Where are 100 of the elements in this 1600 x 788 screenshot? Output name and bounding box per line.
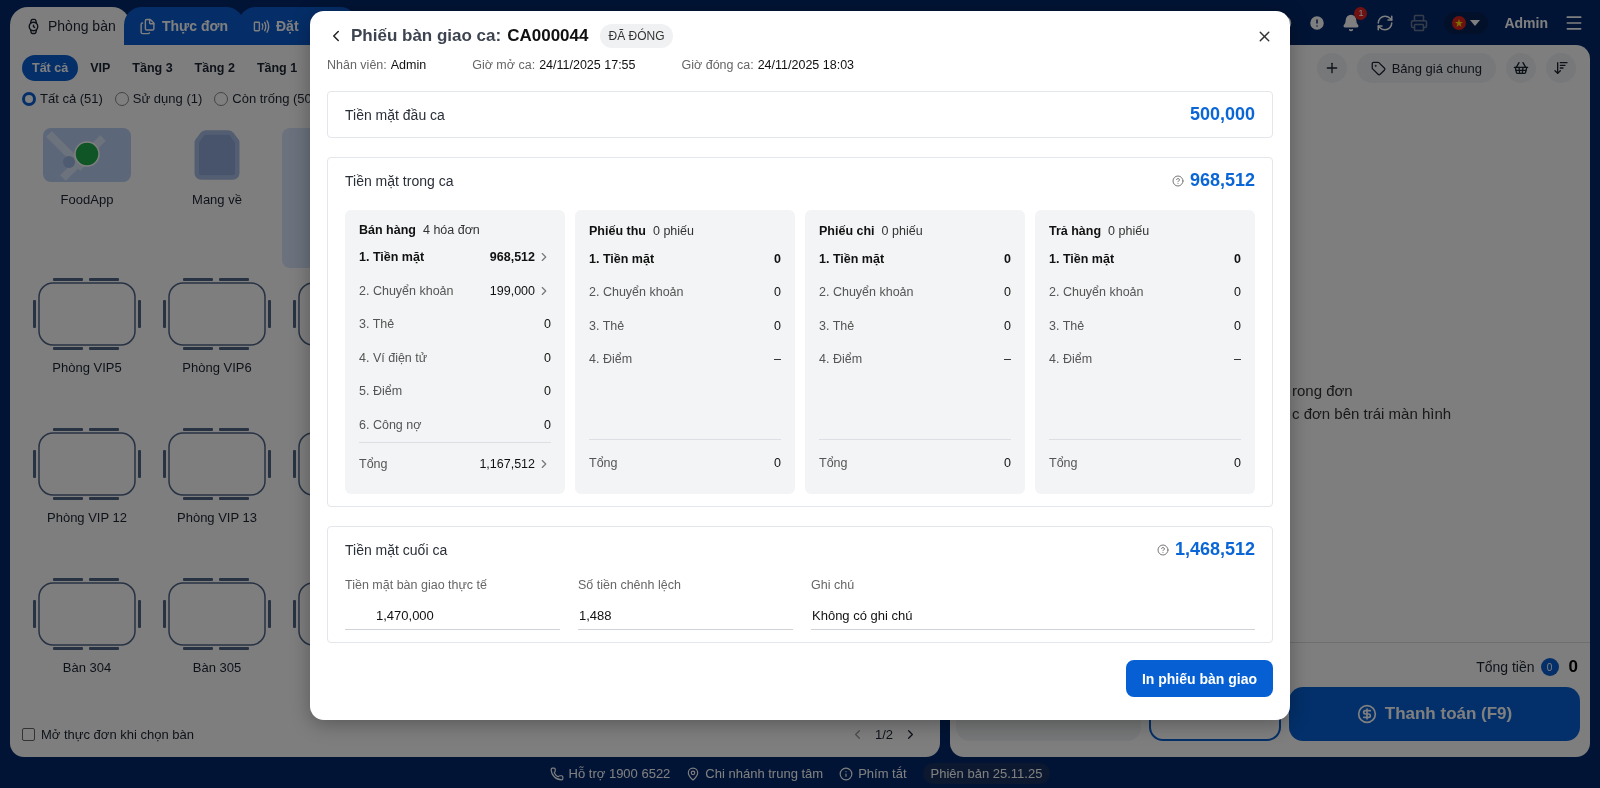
pay-button[interactable]: Thanh toán (F9) — [1289, 687, 1580, 741]
area-tab[interactable]: Tầng 1 — [246, 55, 308, 81]
payment-method: 1. Tiền mặt — [1049, 251, 1115, 266]
total-amount: 0 — [774, 456, 781, 470]
group-name: Bán hàng — [359, 223, 416, 238]
group-name: Trả hàng — [1049, 224, 1102, 238]
tag-icon — [1370, 60, 1386, 76]
payment-amount: 0 — [1234, 285, 1241, 300]
card-title: Tiền mặt cuối ca — [345, 541, 448, 558]
info-label: Giờ mở ca: — [472, 58, 536, 72]
help-icon[interactable] — [1171, 174, 1184, 187]
payment-amount: 968,512 — [489, 250, 535, 265]
map-pin-icon — [686, 766, 701, 781]
total-amount: 0 — [1234, 456, 1241, 470]
group-count: 0 phiếu — [881, 224, 923, 238]
payment-method: 2. Chuyển khoản — [819, 285, 914, 300]
info-icon — [839, 766, 854, 781]
alert-icon[interactable] — [1308, 13, 1327, 32]
footer-link[interactable]: Hỗ trợ 1900 6522 — [549, 766, 671, 781]
dollar-icon — [1356, 704, 1377, 724]
payment-amount: 0 — [774, 285, 781, 300]
help-icon[interactable] — [1156, 543, 1169, 556]
field-label: Số tiền chênh lệch — [578, 578, 682, 592]
phone-icon — [549, 766, 564, 781]
payment-method: 4. Ví điện tử — [359, 350, 428, 365]
payment-amount: 199,000 — [489, 283, 535, 298]
payment-amount: 0 — [774, 318, 781, 333]
notification-count: 1 — [1354, 6, 1368, 20]
language-dropdown[interactable] — [1444, 11, 1489, 34]
documents-icon — [139, 17, 156, 35]
user-name[interactable]: Admin — [1504, 14, 1548, 31]
sort-button[interactable] — [1546, 53, 1576, 83]
amount: 1,468,512 — [1174, 539, 1255, 560]
group-count: 0 phiếu — [1108, 224, 1150, 238]
info-label: Nhân viên: — [327, 58, 387, 72]
payment-amount: – — [774, 352, 781, 367]
total-amount: 1,167,512 — [479, 457, 535, 472]
amount: 968,512 — [1189, 170, 1255, 191]
payment-method: 3. Thẻ — [819, 318, 855, 333]
payment-method: 4. Điểm — [589, 352, 633, 367]
refresh-icon[interactable] — [1376, 13, 1395, 32]
input-field[interactable]: 1,488 — [578, 602, 793, 630]
area-tab[interactable]: Tầng 2 — [184, 55, 245, 81]
basket-button[interactable] — [1506, 53, 1536, 83]
add-button[interactable] — [1316, 53, 1347, 83]
empty-message: c đơn bên trái màn hình — [1292, 404, 1453, 422]
price-list-button[interactable]: Bảng giá chung — [1356, 53, 1496, 83]
total-label: Tổng — [1049, 456, 1078, 470]
item-count: 0 — [1540, 658, 1559, 676]
checkbox-label: Mở thực đơn khi chọn bàn — [41, 726, 194, 742]
payment-method: 6. Công nợ — [359, 417, 422, 432]
caret-icon — [1470, 19, 1481, 26]
radio-button[interactable] — [214, 91, 229, 106]
payment-method: 3. Thẻ — [1049, 318, 1085, 333]
radio-button[interactable] — [22, 91, 36, 106]
checkbox[interactable] — [22, 727, 35, 741]
status-badge: ĐÃ ĐÓNG — [600, 24, 673, 48]
payment-amount: – — [1234, 352, 1241, 367]
table-name: Phòng VIP 13 — [177, 510, 257, 525]
bell-icon[interactable] — [1342, 13, 1361, 32]
field-label: Ghi chú — [811, 578, 856, 592]
total-amount: 0 — [1004, 456, 1011, 470]
radio-button[interactable] — [114, 91, 129, 106]
payment-method: 4. Điểm — [819, 352, 863, 367]
footer-link[interactable]: Chi nhánh trung tâm — [686, 766, 824, 781]
total-label: Tổng — [819, 456, 848, 470]
payment-amount: 0 — [1234, 318, 1241, 333]
payment-method: 5. Điểm — [359, 384, 403, 399]
footer-link[interactable]: Phím tắt — [839, 766, 907, 781]
payment-amount: 0 — [1004, 318, 1011, 333]
group-count: 0 phiếu — [652, 224, 694, 238]
area-tab[interactable]: Tầng 3 — [122, 55, 183, 81]
flag-icon — [1452, 15, 1467, 30]
shift-code: CA000044 — [507, 26, 589, 46]
amount: 500,000 — [1189, 104, 1255, 125]
print-button[interactable]: In phiếu bàn giao — [1125, 660, 1273, 697]
info-value: 24/11/2025 18:03 — [757, 58, 855, 72]
page-indicator: 1/2 — [874, 726, 893, 742]
table-name: Bàn 305 — [192, 660, 242, 675]
sort-icon — [1553, 60, 1569, 76]
basket-icon — [1513, 60, 1529, 76]
payment-method: 2. Chuyển khoản — [589, 285, 684, 300]
card-title: Tiền mặt trong ca — [345, 172, 454, 189]
delivery-map-icon — [43, 128, 131, 182]
info-value: 24/11/2025 17:55 — [539, 58, 636, 72]
area-tab[interactable]: VIP — [80, 55, 121, 81]
payment-amount: 0 — [774, 251, 781, 266]
input-field[interactable]: Không có ghi chú — [811, 602, 1255, 630]
table-name: Phòng VIP 12 — [47, 510, 127, 525]
payment-amount: 0 — [544, 350, 551, 365]
total-amount: 0 — [1568, 657, 1578, 677]
input-field[interactable]: 1,470,000 — [345, 602, 560, 630]
group-name: Phiếu chi — [819, 224, 875, 238]
group-count: 4 hóa đơn — [422, 223, 480, 238]
table-name: FoodApp — [60, 192, 114, 207]
total-label: Tổng — [589, 456, 618, 470]
area-tab[interactable]: Tất cả — [22, 55, 79, 81]
payment-amount: – — [1004, 352, 1011, 367]
table-name: Phòng VIP6 — [182, 360, 252, 375]
empty-message: rong đơn — [1292, 381, 1354, 399]
